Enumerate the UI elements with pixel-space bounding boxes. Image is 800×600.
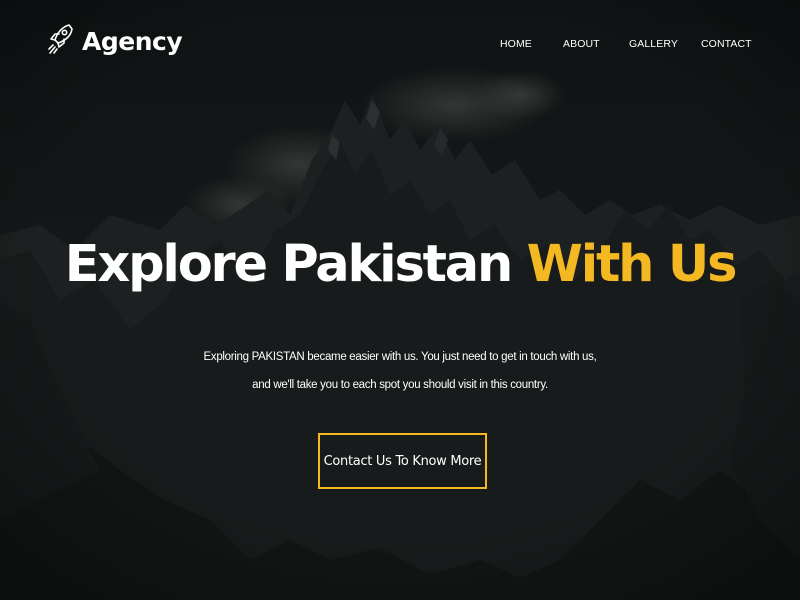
hero-description: Exploring PAKISTAN became easier with us…	[0, 343, 800, 399]
mountain-background-image	[0, 0, 800, 600]
hero-headline-accent: With Us	[526, 235, 738, 294]
nav-link-gallery[interactable]: GALLERY	[629, 37, 678, 51]
main-nav: HOME ABOUT GALLERY CONTACT	[0, 37, 800, 51]
nav-link-home[interactable]: HOME	[500, 37, 532, 51]
hero-description-line: and we'll take you to each spot you shou…	[252, 379, 548, 391]
navbar: Agency HOME ABOUT GALLERY CONTACT	[0, 0, 800, 86]
hero-section: Agency HOME ABOUT GALLERY CONTACT Explor…	[0, 0, 800, 600]
hero-headline-main: Explore Pakistan	[64, 235, 527, 294]
nav-link-contact[interactable]: CONTACT	[701, 37, 752, 51]
nav-link-about[interactable]: ABOUT	[563, 37, 600, 51]
hero-headline: Explore Pakistan With Us	[0, 232, 800, 298]
hero-description-line: Exploring PAKISTAN became easier with us…	[203, 351, 597, 363]
contact-cta-button[interactable]: Contact Us To Know More	[318, 433, 487, 489]
